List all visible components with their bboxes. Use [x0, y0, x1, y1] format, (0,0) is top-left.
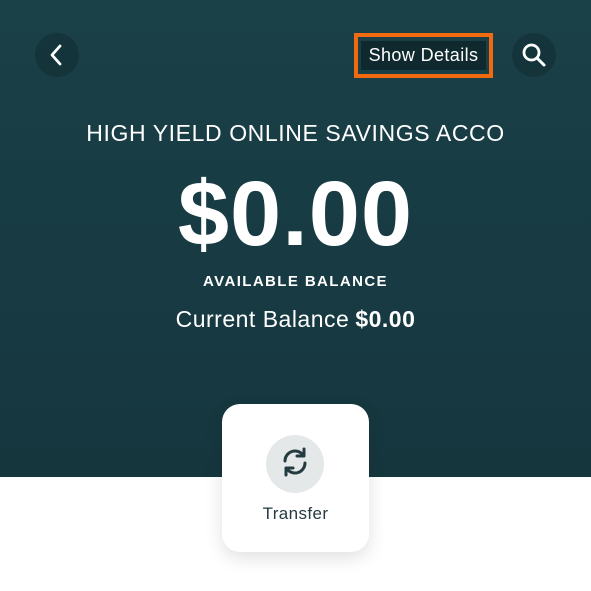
available-balance-label: AVAILABLE BALANCE	[203, 273, 388, 290]
search-icon	[521, 42, 547, 68]
show-details-button[interactable]: Show Details	[354, 33, 493, 78]
current-balance: Current Balance $0.00	[0, 306, 591, 333]
transfer-button[interactable]: Transfer	[222, 404, 369, 552]
transfer-icon-circle	[266, 435, 324, 493]
search-button[interactable]	[512, 33, 556, 77]
available-balance-amount: $0.00	[177, 163, 414, 265]
back-button[interactable]	[35, 33, 79, 77]
show-details-label: Show Details	[360, 41, 487, 70]
account-name: HIGH YIELD ONLINE SAVINGS ACCO	[86, 120, 505, 146]
current-balance-label: Current Balance	[175, 306, 350, 332]
transfer-label: Transfer	[262, 504, 329, 523]
current-balance-value: $0.00	[355, 306, 416, 332]
transfer-icon	[277, 444, 313, 485]
chevron-left-icon	[47, 43, 67, 67]
